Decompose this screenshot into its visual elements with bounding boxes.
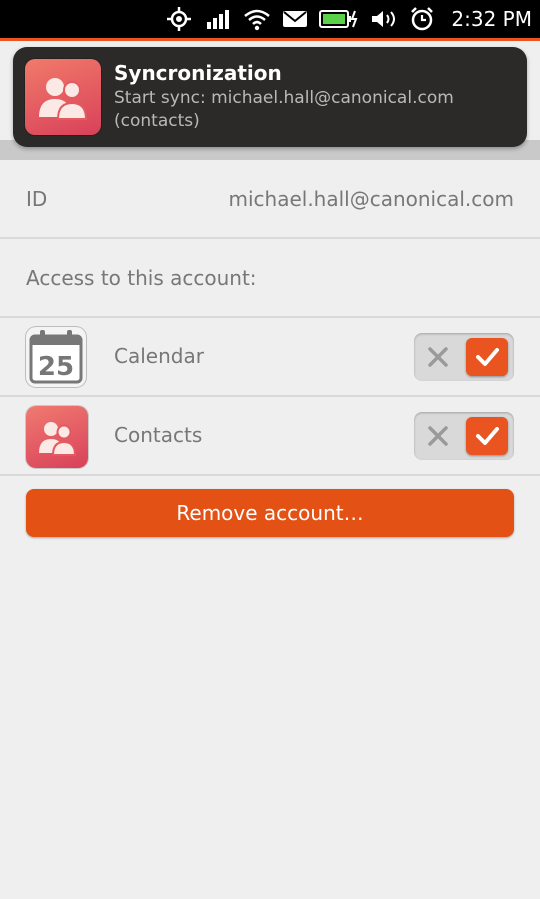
clock-time: 2:32 PM bbox=[451, 7, 532, 31]
signal-icon bbox=[205, 6, 231, 32]
alarm-icon bbox=[409, 6, 435, 32]
toggle-knob bbox=[466, 338, 508, 376]
checkmark-icon bbox=[476, 348, 499, 366]
notification-body: Start sync: michael.hall@canonical.com (… bbox=[114, 87, 514, 133]
wifi-icon bbox=[243, 6, 271, 32]
battery-charging-icon bbox=[319, 6, 359, 32]
location-icon bbox=[166, 6, 192, 32]
contacts-icon bbox=[26, 406, 88, 468]
id-value: michael.hall@canonical.com bbox=[228, 187, 514, 211]
calendar-icon: 25 bbox=[26, 327, 86, 387]
mail-icon bbox=[282, 6, 308, 32]
access-label: Access to this account: bbox=[26, 266, 257, 290]
contacts-sync-icon bbox=[25, 59, 101, 135]
calendar-day-number: 25 bbox=[38, 352, 74, 382]
status-bar-accent-line bbox=[0, 38, 540, 41]
notification-title: Syncronization bbox=[114, 61, 282, 85]
volume-icon bbox=[370, 6, 398, 32]
contacts-access-row: Contacts bbox=[0, 397, 540, 476]
calendar-label: Calendar bbox=[114, 344, 204, 368]
calendar-toggle[interactable] bbox=[414, 333, 514, 381]
status-bar: 2:32 PM bbox=[0, 0, 540, 38]
toggle-knob bbox=[466, 417, 508, 455]
access-header-row: Access to this account: bbox=[0, 239, 540, 318]
checkmark-icon bbox=[476, 427, 499, 445]
calendar-access-row: 25 Calendar bbox=[0, 318, 540, 397]
sync-notification[interactable]: Syncronization Start sync: michael.hall@… bbox=[13, 47, 527, 147]
off-x-icon bbox=[428, 426, 448, 446]
contacts-label: Contacts bbox=[114, 423, 203, 447]
notification-body-line-1: Start sync: michael.hall@canonical.com bbox=[114, 88, 454, 108]
id-label: ID bbox=[26, 187, 48, 211]
notification-body-line-2: (contacts) bbox=[114, 111, 200, 131]
contacts-toggle[interactable] bbox=[414, 412, 514, 460]
remove-account-button[interactable]: Remove account… bbox=[26, 489, 514, 537]
off-x-icon bbox=[428, 347, 448, 367]
account-id-row: ID michael.hall@canonical.com bbox=[0, 160, 540, 239]
